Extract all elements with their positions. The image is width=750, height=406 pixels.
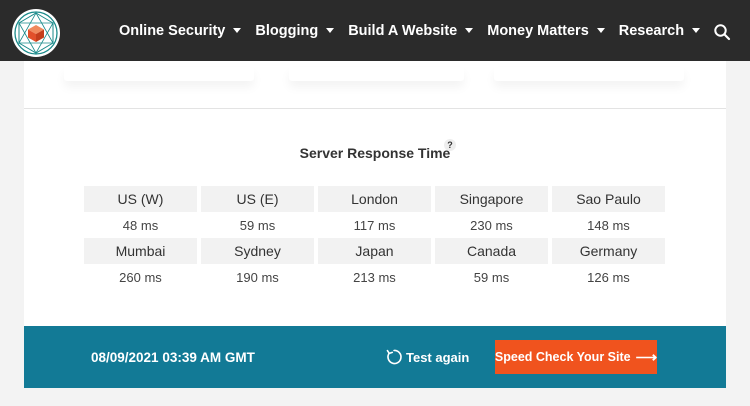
arrow-right-icon: ⟶: [635, 348, 658, 366]
location-label: Mumbai: [84, 238, 197, 264]
speed-check-label: Speed Check Your Site: [494, 350, 631, 364]
help-icon[interactable]: ?: [444, 139, 456, 151]
nav-item-label: Build A Website: [348, 22, 458, 39]
cube-logo-icon: [14, 11, 58, 55]
response-time-value: 230 ms: [470, 217, 513, 233]
test-again-button[interactable]: Test again: [385, 326, 469, 388]
chevron-down-icon: [326, 28, 335, 33]
location-label: Sydney: [201, 238, 314, 264]
faded-card-shadow: [494, 67, 684, 81]
nav-item-label: Research: [618, 22, 685, 39]
location-label: Germany: [552, 238, 665, 264]
panel-title: Server Response Time: [299, 145, 451, 161]
site-logo[interactable]: [12, 9, 60, 57]
response-time-value: 190 ms: [236, 269, 279, 285]
location-label: Canada: [435, 238, 548, 264]
location-label: London: [318, 186, 431, 212]
response-time-value: 48 ms: [122, 217, 159, 233]
response-time-value: 126 ms: [587, 269, 630, 285]
nav-item-blogging[interactable]: Blogging: [255, 22, 335, 39]
location-label: Singapore: [435, 186, 548, 212]
server-response-panel: Server Response Time ? US (W) US (E) Lon…: [24, 61, 726, 326]
response-time-value: 213 ms: [353, 269, 396, 285]
faded-card-shadow: [64, 67, 254, 81]
speed-check-button[interactable]: Speed Check Your Site ⟶: [495, 340, 657, 374]
response-time-grid: US (W) US (E) London Singapore Sao Paulo…: [84, 186, 667, 290]
location-label: Japan: [318, 238, 431, 264]
location-label: Sao Paulo: [552, 186, 665, 212]
refresh-icon: [386, 349, 402, 365]
nav-item-label: Money Matters: [487, 22, 589, 39]
main-menu: Online Security Blogging Build A Website…: [119, 0, 714, 61]
nav-item-online-security[interactable]: Online Security: [119, 22, 242, 39]
nav-item-build-a-website[interactable]: Build A Website: [348, 22, 474, 39]
chevron-down-icon: [465, 28, 474, 33]
chevron-down-icon: [692, 28, 701, 33]
response-time-value: 117 ms: [353, 217, 396, 233]
search-button[interactable]: [713, 23, 731, 41]
nav-item-label: Online Security: [119, 22, 226, 39]
response-time-value: 148 ms: [587, 217, 630, 233]
chevron-down-icon: [233, 28, 242, 33]
response-time-value: 59 ms: [473, 269, 510, 285]
faded-card-shadow: [289, 67, 464, 81]
response-time-value: 260 ms: [119, 269, 162, 285]
test-result-bar: 08/09/2021 03:39 AM GMT Test again Speed…: [24, 326, 726, 388]
panel-top-section: [24, 61, 726, 109]
nav-item-research[interactable]: Research: [618, 22, 701, 39]
chevron-down-icon: [596, 28, 605, 33]
response-time-value: 59 ms: [239, 217, 276, 233]
search-icon: [714, 24, 731, 41]
test-again-label: Test again: [406, 349, 470, 365]
nav-item-money-matters[interactable]: Money Matters: [487, 23, 605, 39]
panel-title-row: Server Response Time: [24, 145, 726, 163]
test-timestamp: 08/09/2021 03:39 AM GMT: [91, 349, 255, 365]
location-label: US (E): [201, 186, 314, 212]
top-navigation-bar: Online Security Blogging Build A Website…: [0, 0, 750, 61]
location-label: US (W): [84, 186, 197, 212]
nav-item-label: Blogging: [255, 22, 319, 39]
